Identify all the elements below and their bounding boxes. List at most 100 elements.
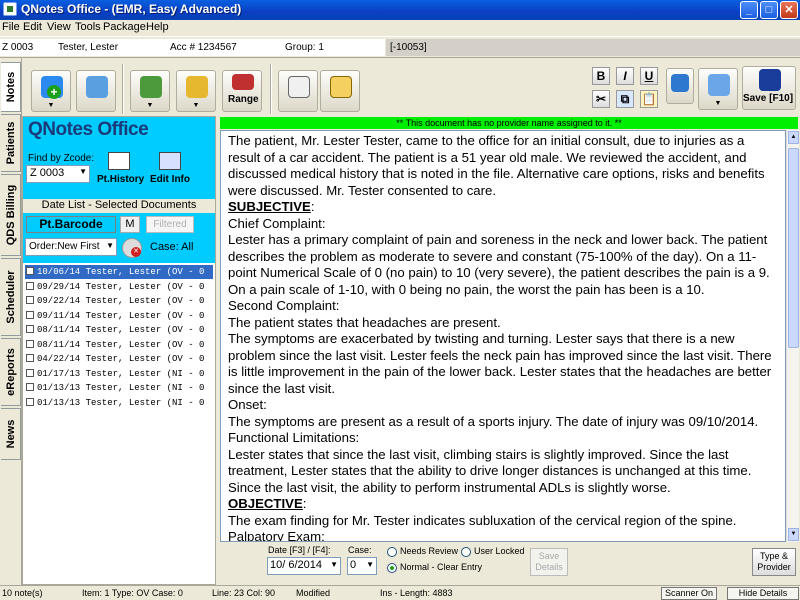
sign-note-button[interactable]: [320, 70, 360, 112]
toolbar-separator: [270, 64, 272, 114]
case-value: 0: [350, 559, 357, 571]
tab-qds-billing[interactable]: QDS Billing: [1, 174, 21, 256]
document-checkbox[interactable]: [26, 339, 34, 348]
scanner-on-button[interactable]: Scanner On: [661, 587, 717, 600]
document-list-item[interactable]: 01/13/13 Tester, Lester (NI - 0: [25, 381, 213, 395]
italic-button[interactable]: I: [616, 67, 634, 85]
type-provider-button[interactable]: Type & Provider: [752, 548, 796, 576]
document-list-item[interactable]: 09/11/14 Tester, Lester (OV - 0: [25, 309, 213, 323]
scroll-up-icon[interactable]: ▲: [788, 131, 799, 144]
chevron-down-icon: ▼: [366, 560, 374, 569]
scrollbar-thumb[interactable]: [788, 148, 799, 348]
document-label: 09/11/14 Tester, Lester (OV - 0: [37, 310, 205, 321]
tab-news-label: News: [4, 419, 17, 449]
document-label: 09/29/14 Tester, Lester (OV - 0: [37, 281, 205, 292]
document-list-button[interactable]: ▼: [176, 70, 216, 112]
document-checkbox[interactable]: [26, 267, 34, 275]
menu-package[interactable]: Package: [103, 21, 146, 33]
zcode-value: Z 0003: [30, 167, 65, 179]
side-tabs: Notes Patients QDS Billing Scheduler eRe…: [0, 58, 22, 585]
filtered-button[interactable]: Filtered: [146, 216, 194, 233]
document-checkbox[interactable]: [26, 310, 34, 319]
document-checkbox[interactable]: [26, 368, 34, 377]
provider-notice: ** This document has no provider name as…: [220, 117, 798, 129]
edit-info-button[interactable]: Edit Info: [148, 150, 192, 188]
objective-text: The exam finding for Mr. Tester indicate…: [228, 512, 737, 528]
document-list-item[interactable]: 04/22/14 Tester, Lester (OV - 0: [25, 352, 213, 366]
second-complaint-label: Second Complaint:: [228, 298, 340, 313]
print-button[interactable]: ▼: [698, 68, 738, 110]
document-checkbox[interactable]: [26, 383, 34, 391]
scroll-down-icon[interactable]: ▼: [788, 528, 799, 541]
add-note-button[interactable]: + ▼: [31, 70, 71, 112]
close-button[interactable]: ✕: [780, 1, 798, 19]
tab-scheduler-label: Scheduler: [4, 270, 17, 324]
document-label: 10/06/14 Tester, Lester (OV - 0: [37, 267, 205, 277]
save-icon: [759, 69, 781, 91]
hide-details-button[interactable]: Hide Details: [727, 587, 799, 600]
save-details-button[interactable]: Save Details: [530, 548, 568, 576]
zcode-select[interactable]: Z 0003 ▼: [26, 165, 90, 183]
document-checkbox[interactable]: [26, 354, 34, 362]
tab-news[interactable]: News: [1, 408, 21, 460]
app-icon: [3, 2, 17, 16]
maximize-button[interactable]: □: [760, 1, 778, 19]
document-list-item[interactable]: 01/13/13 Tester, Lester (NI - 0: [25, 396, 213, 410]
spell-check-icon: [671, 74, 689, 92]
spell-check-button[interactable]: [666, 68, 694, 104]
document-label: 01/13/13 Tester, Lester (NI - 0: [37, 397, 205, 408]
second-complaint-text: The patient states that headaches are pr…: [228, 314, 501, 330]
menu-file[interactable]: File: [2, 21, 20, 33]
tab-qds-billing-label: QDS Billing: [4, 184, 17, 246]
functional-text: Lester states that since the last visit,…: [228, 446, 752, 495]
document-list-item[interactable]: 01/17/13 Tester, Lester (NI - 0: [25, 367, 213, 381]
cut-icon: ✂: [595, 92, 607, 106]
document-checkbox[interactable]: [26, 296, 34, 304]
m-button[interactable]: M: [120, 216, 140, 233]
provider-button[interactable]: ▼: [130, 70, 170, 112]
cut-button[interactable]: ✂: [592, 90, 610, 108]
case-select[interactable]: 0 ▼: [347, 557, 377, 575]
document-checkbox[interactable]: [26, 281, 34, 290]
needs-review-radio[interactable]: [387, 547, 397, 557]
menu-help[interactable]: Help: [146, 21, 169, 33]
search-note-button[interactable]: [76, 70, 116, 112]
case-filter-label[interactable]: Case: All: [150, 241, 193, 253]
minimize-button[interactable]: _: [740, 1, 758, 19]
edit-note-button[interactable]: [278, 70, 318, 112]
menu-edit[interactable]: Edit: [23, 21, 42, 33]
tab-scheduler[interactable]: Scheduler: [1, 258, 21, 336]
order-select[interactable]: Order:New First ▼: [25, 238, 117, 256]
document-checkbox[interactable]: [26, 325, 34, 333]
clear-case-button[interactable]: ✕: [122, 238, 142, 258]
normal-clear-radio[interactable]: [387, 563, 397, 573]
bold-button[interactable]: B: [592, 67, 610, 85]
tab-ereports-label: eReports: [4, 348, 17, 396]
chevron-down-icon: ▼: [106, 241, 114, 250]
tab-patients[interactable]: Patients: [1, 114, 21, 172]
document-list-item[interactable]: 08/11/14 Tester, Lester (OV - 0: [25, 338, 213, 352]
range-button[interactable]: Range: [222, 70, 262, 112]
find-zcode-label: Find by Zcode:: [28, 153, 95, 164]
pt-history-button[interactable]: Pt.History: [95, 150, 144, 188]
document-label: 08/11/14 Tester, Lester (OV - 0: [37, 325, 205, 335]
user-locked-radio[interactable]: [461, 547, 471, 557]
document-list-item[interactable]: 08/11/14 Tester, Lester (OV - 0: [25, 323, 213, 337]
date-input[interactable]: 10/ 6/2014 ▼: [267, 557, 341, 575]
document-list-item[interactable]: 10/06/14 Tester, Lester (OV - 0: [25, 265, 213, 279]
menu-view[interactable]: View: [47, 21, 71, 33]
document-list-item[interactable]: 09/22/14 Tester, Lester (OV - 0: [25, 294, 213, 308]
tab-ereports[interactable]: eReports: [1, 338, 21, 406]
note-scrollbar[interactable]: ▲ ▼: [786, 130, 799, 542]
document-list-item[interactable]: 09/29/14 Tester, Lester (OV - 0: [25, 280, 213, 294]
paste-button[interactable]: 📋: [640, 90, 658, 108]
menu-tools[interactable]: Tools: [75, 21, 101, 33]
copy-button[interactable]: ⧉: [616, 90, 634, 108]
note-editor[interactable]: The patient, Mr. Lester Tester, came to …: [220, 130, 786, 542]
tab-notes[interactable]: Notes: [1, 62, 21, 112]
edit-info-icon: [159, 152, 181, 170]
tab-notes-label: Notes: [4, 71, 17, 103]
pt-barcode-button[interactable]: Pt.Barcode: [26, 216, 116, 233]
document-checkbox[interactable]: [26, 397, 34, 406]
underline-button[interactable]: U: [640, 67, 658, 85]
